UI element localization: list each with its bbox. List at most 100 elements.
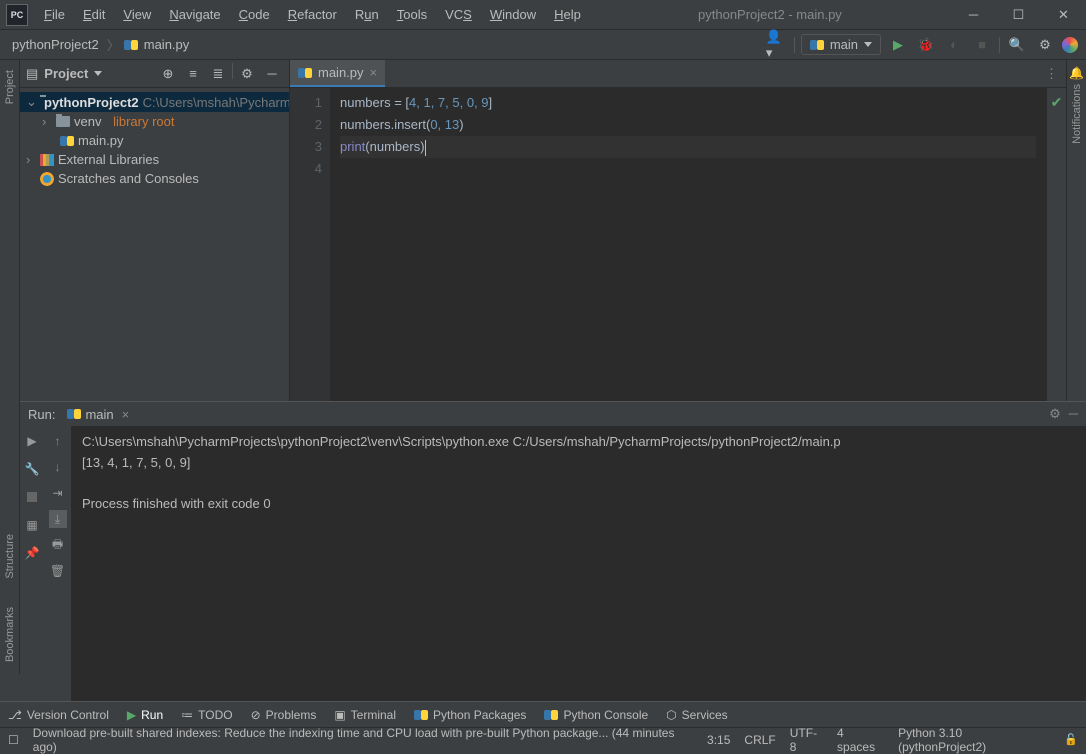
editor-tab-main[interactable]: main.py × [290,60,385,87]
search-button[interactable]: 🔍 [1006,34,1028,56]
collapse-icon[interactable]: ≣ [207,63,229,85]
project-name: pythonProject2 [44,95,139,110]
interpreter-info[interactable]: Python 3.10 (pythonProject2) [898,726,1050,754]
coverage-button[interactable]: ◐ [943,34,965,56]
close-button[interactable]: ✕ [1041,0,1086,30]
tool-version-control[interactable]: ⎇Version Control [8,708,109,722]
wrench-icon[interactable]: 🔧 [23,460,41,478]
tool-services[interactable]: ⬡Services [666,708,728,722]
collaborators-icon[interactable]: 👤▾ [766,34,788,56]
menu-help[interactable]: Help [546,3,589,26]
trash-icon[interactable]: 🗑 [49,562,67,580]
expand-icon[interactable]: ≡ [182,63,204,85]
pycharm-logo: PC [6,4,28,26]
menu-file[interactable]: File [36,3,73,26]
menu-window[interactable]: Window [482,3,544,26]
notifications-tool-tab[interactable]: Notifications [1071,80,1083,148]
wrap-icon[interactable]: ⇥ [49,484,67,502]
project-tool-tab[interactable]: Project [4,66,16,108]
run-button[interactable]: ▶ [887,34,909,56]
python-icon [810,38,824,52]
tree-mainfile[interactable]: main.py [20,131,289,150]
close-run-tab-icon[interactable]: × [122,407,130,422]
chevron-down-icon[interactable] [94,71,102,76]
lock-icon[interactable]: 🔓 [1064,733,1078,746]
rerun-icon[interactable]: ▶ [23,432,41,450]
breadcrumb: pythonProject2 〉 main.py [8,35,193,54]
maximize-button[interactable]: ☐ [996,0,1041,30]
tool-todo[interactable]: ≔TODO [181,708,232,722]
main-menu: File Edit View Navigate Code Refactor Ru… [36,3,589,26]
menu-navigate[interactable]: Navigate [161,3,228,26]
tool-run[interactable]: ▶Run [127,708,163,722]
notifications-icon[interactable]: 🔔 [1069,66,1084,80]
run-tab-name: main [85,407,113,422]
debug-button[interactable]: 🐞 [915,34,937,56]
run-tab[interactable]: main × [61,405,135,424]
menu-code[interactable]: Code [231,3,278,26]
project-pane: ▤ Project ⊕ ≡ ≣ ⚙ ─ ⌄ pythonProject2 C:\… [20,60,290,401]
close-tab-icon[interactable]: × [370,65,378,80]
pin-icon[interactable]: 📌 [23,544,41,562]
run-label: Run: [28,407,55,422]
chevron-down-icon: ⌄ [26,94,36,110]
separator [232,63,233,79]
menu-vcs[interactable]: VCS [437,3,480,26]
caret-position[interactable]: 3:15 [707,733,730,747]
status-menu-icon[interactable]: ☐ [8,733,19,747]
layout-icon[interactable]: ▦ [23,516,41,534]
menu-refactor[interactable]: Refactor [280,3,345,26]
menu-edit[interactable]: Edit [75,3,113,26]
line-gutter: 1 2 3 4 [290,88,330,401]
tool-python-console[interactable]: Python Console [544,708,648,722]
run-hide-icon[interactable]: ─ [1069,406,1078,422]
tab-menu-icon[interactable]: ⋮ [1045,66,1066,82]
code-with-me-icon[interactable] [1062,37,1078,53]
chevron-right-icon: › [42,114,52,129]
gear-icon[interactable]: ⚙ [236,63,258,85]
separator [999,37,1000,53]
breadcrumb-file[interactable]: main.py [140,35,194,54]
menu-view[interactable]: View [115,3,159,26]
hide-icon[interactable]: ─ [261,63,283,85]
python-icon [544,708,558,722]
up-icon[interactable]: ↑ [49,432,67,450]
code-editor[interactable]: numbers = [4, 1, 7, 5, 0, 9] numbers.ins… [330,88,1046,401]
structure-tool-tab[interactable]: Structure [4,530,16,583]
indent-info[interactable]: 4 spaces [837,726,884,754]
tool-terminal[interactable]: ▣Terminal [334,708,396,722]
tree-root[interactable]: ⌄ pythonProject2 C:\Users\mshah\Pycharm [20,92,289,112]
run-config-selector[interactable]: main [801,34,881,55]
console-output[interactable]: C:\Users\mshah\PycharmProjects\pythonPro… [72,426,1086,701]
print-icon[interactable]: 🖶 [49,536,67,554]
run-gear-icon[interactable]: ⚙ [1049,406,1061,422]
inspection-ok-icon[interactable]: ✔ [1051,94,1063,111]
stop-button[interactable]: ■ [971,34,993,56]
chevron-right-icon: › [26,152,36,167]
menu-run[interactable]: Run [347,3,387,26]
breadcrumb-project[interactable]: pythonProject2 [8,35,103,54]
python-icon [67,407,81,421]
python-file-icon [298,66,312,80]
bookmarks-tool-tab[interactable]: Bookmarks [4,603,16,666]
locate-icon[interactable]: ⊕ [157,63,179,85]
menu-tools[interactable]: Tools [389,3,435,26]
settings-button[interactable]: ⚙ [1034,34,1056,56]
tool-python-packages[interactable]: Python Packages [414,708,526,722]
tree-scratches[interactable]: Scratches and Consoles [20,169,289,188]
stop-run-icon[interactable] [23,488,41,506]
scratches-label: Scratches and Consoles [58,171,199,186]
tree-venv[interactable]: › venv library root [20,112,289,131]
project-path: C:\Users\mshah\Pycharm [143,95,289,110]
line-number: 3 [290,136,322,158]
tree-external[interactable]: › External Libraries [20,150,289,169]
tool-problems[interactable]: ⊘Problems [251,708,317,722]
minimize-button[interactable]: ─ [951,0,996,30]
line-separator[interactable]: CRLF [744,733,775,747]
status-message[interactable]: Download pre-built shared indexes: Reduc… [33,726,693,754]
file-encoding[interactable]: UTF-8 [790,726,823,754]
scroll-end-icon[interactable]: ⤓ [49,510,67,528]
terminal-icon: ▣ [334,708,345,722]
down-icon[interactable]: ↓ [49,458,67,476]
folder-icon [56,116,70,127]
